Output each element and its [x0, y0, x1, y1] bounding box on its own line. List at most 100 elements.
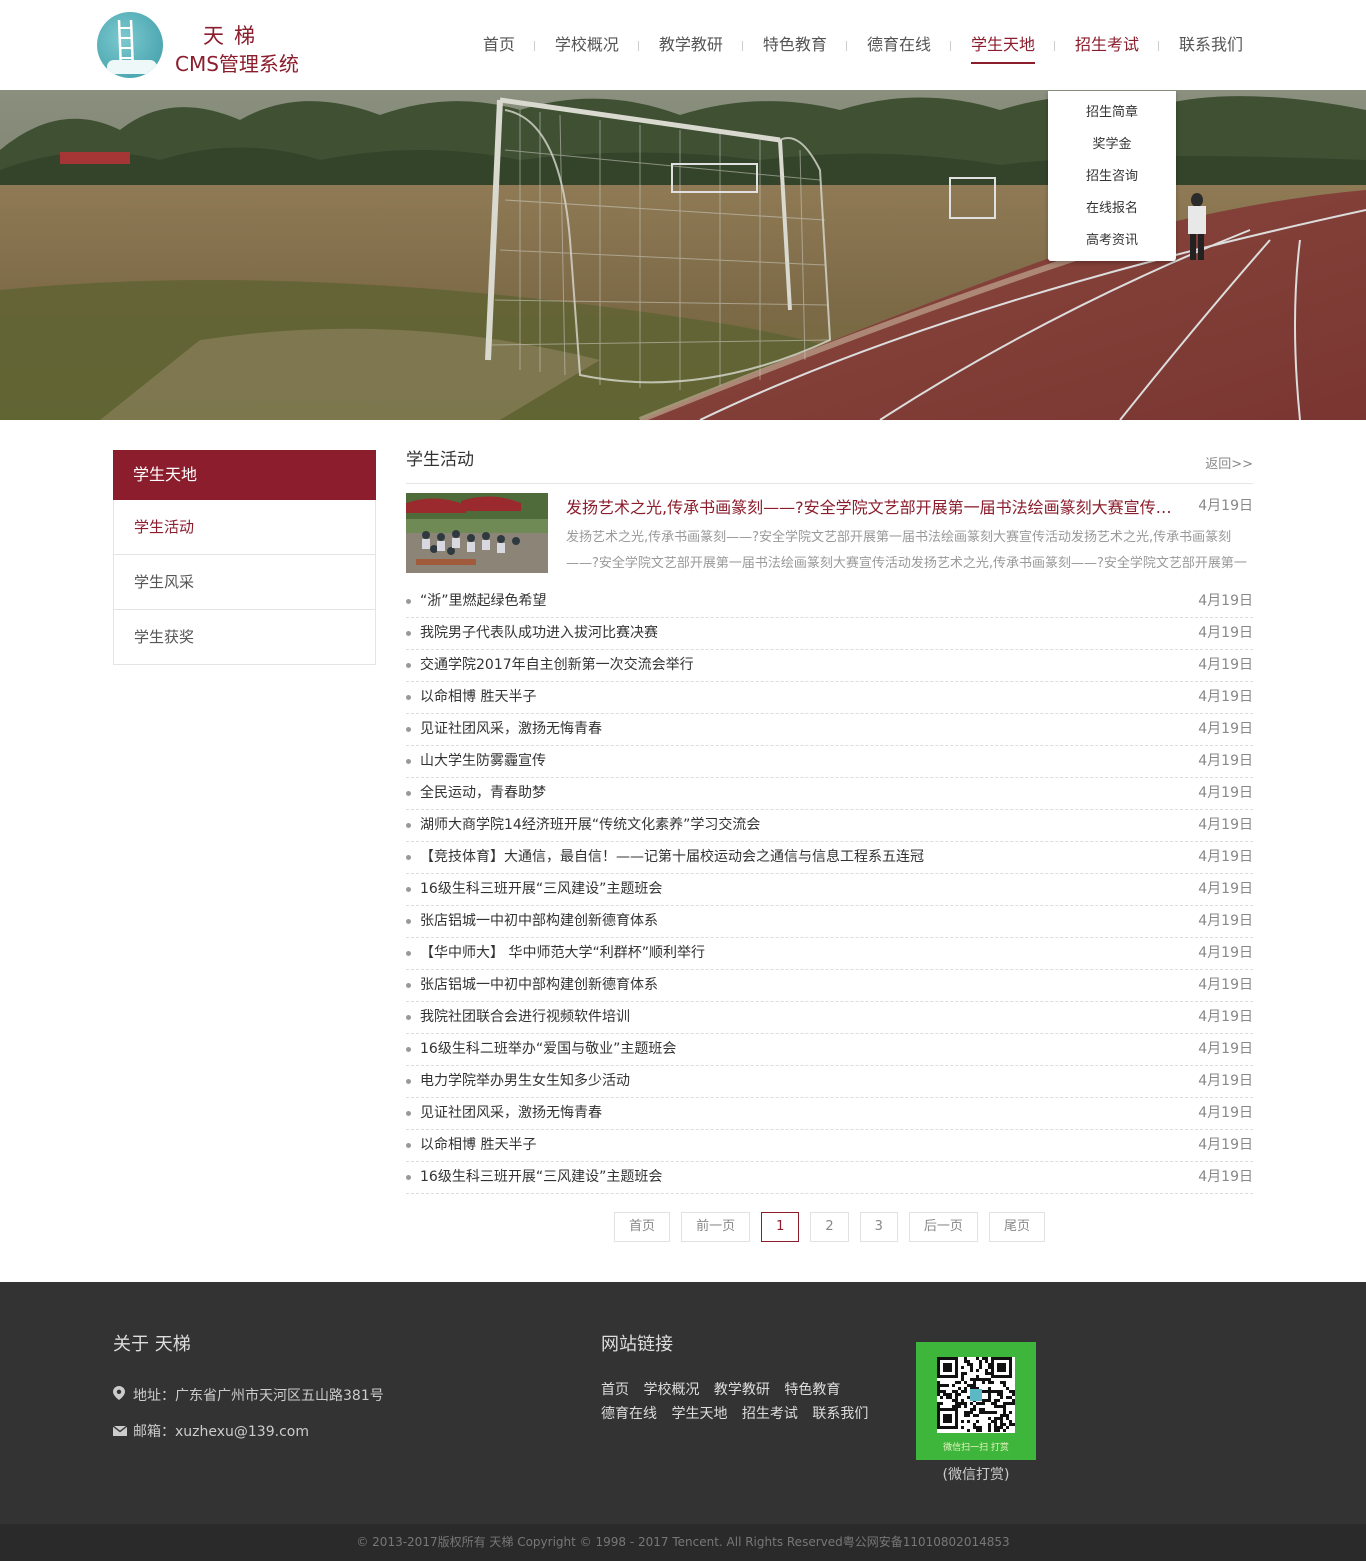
news-list-item[interactable]: 我院社团联合会进行视频软件培训 4月19日: [406, 1002, 1253, 1034]
dropdown-item-online-registration[interactable]: 在线报名: [1048, 194, 1176, 226]
footer-address: 地址：广东省广州市天河区五山路381号: [113, 1378, 384, 1414]
pagination: 首页 前一页 1 2 3 后一页 尾页: [406, 1212, 1253, 1242]
nav-item-home[interactable]: 首页: [463, 0, 535, 90]
news-list-item[interactable]: 我院男子代表队成功进入拔河比赛决赛 4月19日: [406, 618, 1253, 650]
bullet-dot: [406, 983, 411, 988]
news-title[interactable]: 交通学院2017年自主创新第一次交流会举行: [420, 657, 694, 673]
bullet-dot: [406, 1111, 411, 1116]
news-title[interactable]: 【华中师大】 华中师范大学“利群杯”顺利举行: [420, 945, 705, 961]
sidebar-item-student-style[interactable]: 学生风采: [113, 555, 376, 610]
news-title[interactable]: 张店铝城一中初中部构建创新德育体系: [420, 913, 658, 929]
news-title[interactable]: 电力学院举办男生女生知多少活动: [420, 1073, 630, 1089]
footer-link-teaching[interactable]: 教学教研: [714, 1382, 770, 1398]
cloud-shape: [107, 60, 157, 74]
nav-item-moral-education[interactable]: 德育在线: [847, 0, 951, 90]
dropdown-item-admission-consult[interactable]: 招生咨询: [1048, 162, 1176, 194]
footer-link-school-overview[interactable]: 学校概况: [643, 1382, 699, 1398]
news-title[interactable]: 张店铝城一中初中部构建创新德育体系: [420, 977, 658, 993]
news-list-item[interactable]: 湖师大商学院14经济班开展“传统文化素养”学习交流会 4月19日: [406, 810, 1253, 842]
news-list-item[interactable]: 以命相博 胜天半子 4月19日: [406, 1130, 1253, 1162]
pager-prev-button[interactable]: 前一页: [681, 1212, 751, 1242]
news-title[interactable]: 以命相博 胜天半子: [420, 689, 536, 705]
featured-thumbnail[interactable]: [406, 493, 548, 573]
news-title[interactable]: 湖师大商学院14经济班开展“传统文化素养”学习交流会: [420, 817, 760, 833]
footer-email: 邮箱：xuzhexu@139.com: [112, 1414, 384, 1450]
news-date: 4月19日: [1198, 849, 1253, 865]
news-list-item[interactable]: “浙”里燃起绿色希望 4月19日: [406, 586, 1253, 618]
news-list-item[interactable]: 16级生科三班开展“三风建设”主题班会 4月19日: [406, 874, 1253, 906]
news-list-item[interactable]: 以命相博 胜天半子 4月19日: [406, 682, 1253, 714]
main-nav: 首页 学校概况 教学教研 特色教育 德育在线 学生天地 招生考试 联系我们: [463, 0, 1248, 90]
pager-page-3[interactable]: 3: [859, 1212, 898, 1242]
news-title[interactable]: 【竞技体育】大通信，最自信！——记第十届校运动会之通信与信息工程系五连冠: [420, 849, 924, 865]
main-content: 学生活动 返回>> 发扬艺术之光,传承书画篆刻——?安全学院文艺部开展第一届书法…: [406, 445, 1253, 1194]
nav-label: 德育在线: [866, 35, 931, 54]
back-link[interactable]: 返回>>: [1205, 453, 1253, 472]
bullet-dot: [406, 951, 411, 956]
pager-last-button[interactable]: 尾页: [988, 1212, 1045, 1242]
news-title[interactable]: “浙”里燃起绿色希望: [420, 593, 547, 609]
news-title[interactable]: 见证社团风采，激扬无悔青春: [420, 1105, 602, 1121]
footer-link-student-world[interactable]: 学生天地: [671, 1406, 727, 1422]
footer-link-admissions[interactable]: 招生考试: [742, 1406, 798, 1422]
news-list-item[interactable]: 16级生科二班举办“爱国与敬业”主题班会 4月19日: [406, 1034, 1253, 1066]
news-list-item[interactable]: 张店铝城一中初中部构建创新德育体系 4月19日: [406, 970, 1253, 1002]
site-logo[interactable]: 天梯 CMS管理系统: [97, 10, 327, 80]
news-list-item[interactable]: 【竞技体育】大通信，最自信！——记第十届校运动会之通信与信息工程系五连冠 4月19…: [406, 842, 1253, 874]
bullet-dot: [406, 1047, 411, 1052]
dropdown-item-scholarship[interactable]: 奖学金: [1048, 130, 1176, 162]
footer-link-home[interactable]: 首页: [601, 1382, 629, 1398]
news-title[interactable]: 以命相博 胜天半子: [420, 1137, 536, 1153]
news-date: 4月19日: [1198, 657, 1253, 673]
footer-email-text[interactable]: 邮箱：xuzhexu@139.com: [133, 1414, 309, 1450]
news-date: 4月19日: [1198, 1105, 1253, 1121]
nav-item-contact[interactable]: 联系我们: [1159, 0, 1248, 90]
pager-first-button[interactable]: 首页: [614, 1212, 671, 1242]
footer-link-special-education[interactable]: 特色教育: [784, 1382, 840, 1398]
dropdown-item-admission-guide[interactable]: 招生简章: [1048, 98, 1176, 130]
footer-links-title: 网站链接: [601, 1334, 673, 1355]
event-photo: [406, 493, 548, 573]
footer-link-contact[interactable]: 联系我们: [812, 1406, 868, 1422]
news-title[interactable]: 我院社团联合会进行视频软件培训: [420, 1009, 630, 1025]
nav-item-special-education[interactable]: 特色教育: [743, 0, 847, 90]
bullet-dot: [406, 631, 411, 636]
news-title[interactable]: 16级生科三班开展“三风建设”主题班会: [420, 881, 662, 897]
news-title[interactable]: 见证社团风采，激扬无悔青春: [420, 721, 602, 737]
news-title[interactable]: 16级生科二班举办“爱国与敬业”主题班会: [420, 1041, 676, 1057]
news-list-item[interactable]: 16级生科三班开展“三风建设”主题班会 4月19日: [406, 1162, 1253, 1194]
pager-next-button[interactable]: 后一页: [908, 1212, 978, 1242]
footer-address-text: 地址：广东省广州市天河区五山路381号: [133, 1388, 384, 1404]
nav-item-admissions[interactable]: 招生考试: [1055, 0, 1159, 90]
bullet-dot: [406, 1175, 411, 1180]
footer-link-moral-education[interactable]: 德育在线: [601, 1406, 657, 1422]
news-list-item[interactable]: 交通学院2017年自主创新第一次交流会举行 4月19日: [406, 650, 1253, 682]
featured-title-link[interactable]: 发扬艺术之光,传承书画篆刻——?安全学院文艺部开展第一届书法绘画篆刻大赛宣传活动: [566, 494, 1176, 518]
news-title[interactable]: 全民运动，青春助梦: [420, 785, 546, 801]
news-list-item[interactable]: 电力学院举办男生女生知多少活动 4月19日: [406, 1066, 1253, 1098]
news-list-item[interactable]: 见证社团风采，激扬无悔青春 4月19日: [406, 1098, 1253, 1130]
nav-item-teaching[interactable]: 教学教研: [639, 0, 743, 90]
news-list-item[interactable]: 【华中师大】 华中师范大学“利群杯”顺利举行 4月19日: [406, 938, 1253, 970]
news-list-item[interactable]: 见证社团风采，激扬无悔青春 4月19日: [406, 714, 1253, 746]
footer-links: 网站链接 首页 学校概况 教学教研 特色教育 德育在线 学生天地 招生考试 联系…: [601, 1330, 878, 1426]
sidebar-item-student-awards[interactable]: 学生获奖: [113, 610, 376, 665]
news-date: 4月19日: [1198, 721, 1253, 737]
sidebar-item-student-activities[interactable]: 学生活动: [113, 500, 376, 555]
footer-about: 关于 天梯 地址：广东省广州市天河区五山路381号 邮箱：xuzhexu@139…: [112, 1330, 384, 1450]
news-title[interactable]: 山大学生防雾霾宣传: [420, 753, 546, 769]
news-list-item[interactable]: 全民运动，青春助梦 4月19日: [406, 778, 1253, 810]
news-list-item[interactable]: 山大学生防雾霾宣传 4月19日: [406, 746, 1253, 778]
bullet-dot: [406, 599, 411, 604]
nav-label: 教学教研: [658, 35, 723, 54]
news-title[interactable]: 我院男子代表队成功进入拔河比赛决赛: [420, 625, 658, 641]
pager-page-1[interactable]: 1: [761, 1212, 800, 1242]
news-title[interactable]: 16级生科三班开展“三风建设”主题班会: [420, 1169, 662, 1185]
nav-item-student-world[interactable]: 学生天地: [951, 0, 1055, 90]
bullet-dot: [406, 1143, 411, 1148]
dropdown-item-exam-news[interactable]: 高考资讯: [1048, 226, 1176, 258]
nav-item-school-overview[interactable]: 学校概况: [535, 0, 639, 90]
news-list-item[interactable]: 张店铝城一中初中部构建创新德育体系 4月19日: [406, 906, 1253, 938]
nav-label: 首页: [482, 35, 515, 54]
pager-page-2[interactable]: 2: [810, 1212, 849, 1242]
